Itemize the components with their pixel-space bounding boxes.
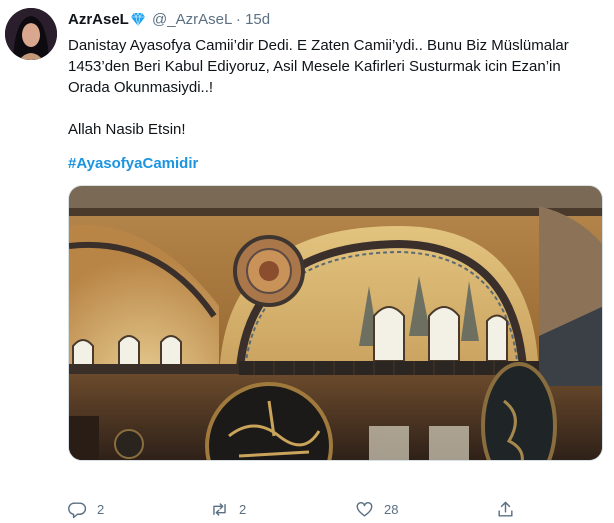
share-button[interactable]: [496, 498, 515, 520]
timestamp[interactable]: 15d: [245, 11, 270, 28]
retweet-icon: [213, 502, 226, 516]
reply-icon: [68, 501, 87, 518]
like-button[interactable]: 28: [355, 498, 398, 520]
retweet-count: 2: [239, 501, 247, 517]
reply-count: 2: [97, 501, 105, 517]
tweet-media-image[interactable]: [68, 185, 603, 461]
like-icon: [356, 501, 373, 517]
tweet-text-line: 1453’den Beri Kabul Ediyoruz, Asil Mesel…: [68, 58, 561, 75]
verified-diamond-icon: [130, 11, 146, 27]
separator-dot: ·: [235, 11, 241, 28]
tweet-text-line: Orada Okunmasiydi..!: [68, 79, 214, 96]
tweet-actions: 2 2 28: [68, 498, 598, 520]
tweet-text: Danistay Ayasofya Camii’dir Dedi. E Zate…: [68, 35, 598, 140]
tweet-text-line: Allah Nasib Etsin!: [68, 121, 186, 138]
like-count: 28: [384, 501, 399, 517]
share-icon: [498, 501, 513, 517]
retweet-button[interactable]: 2: [210, 498, 246, 520]
tweet-text-line: Danistay Ayasofya Camii’dir Dedi. E Zate…: [68, 37, 569, 54]
author-handle[interactable]: @_AzrAseL: [152, 11, 232, 28]
reply-button[interactable]: 2: [68, 498, 104, 520]
author-name[interactable]: AzrAseL: [68, 11, 129, 28]
avatar[interactable]: [5, 8, 57, 60]
tweet-header: AzrAseL @_AzrAseL · 15d: [68, 10, 270, 30]
hashtag-link[interactable]: #AyasofyaCamidir: [68, 155, 198, 172]
tweet: AzrAseL @_AzrAseL · 15d Danistay Ayasofy…: [0, 0, 614, 523]
